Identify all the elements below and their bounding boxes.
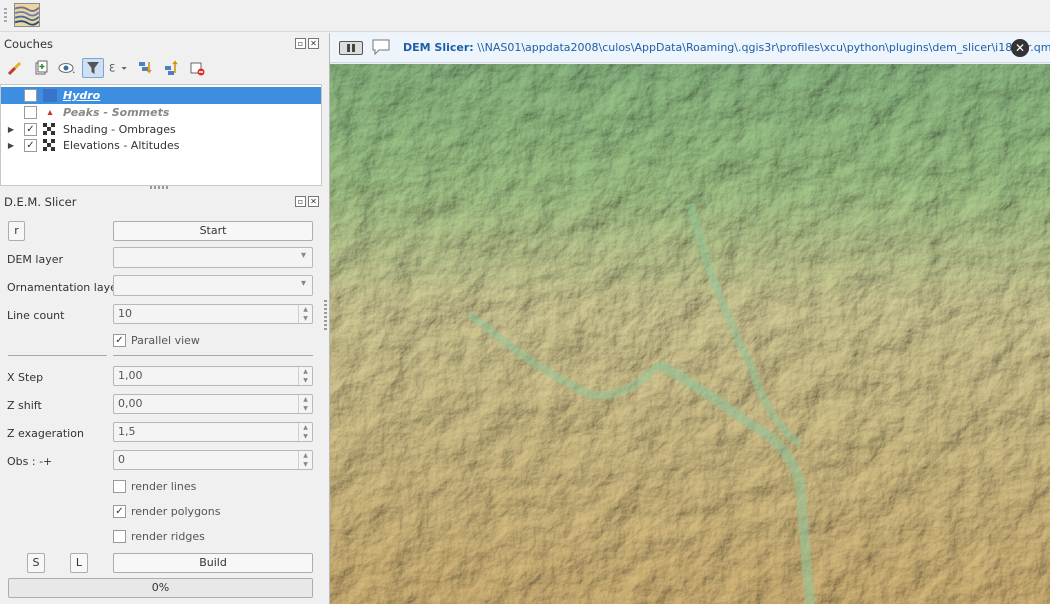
layer-name: Elevations - Altitudes bbox=[63, 139, 180, 152]
reset-button[interactable]: r bbox=[8, 221, 25, 241]
z-shift-label: Z shift bbox=[7, 399, 42, 412]
dem-slicer-panel: D.E.M. Slicer ▫ ✕ r Start DEM layer Orna… bbox=[0, 192, 327, 604]
map-area: DEM Slicer: \\NAS01\appdata2008\culos\Ap… bbox=[329, 33, 1050, 604]
x-step-label: X Step bbox=[7, 371, 44, 384]
dem-layer-label: DEM layer bbox=[7, 253, 64, 266]
add-group-icon[interactable] bbox=[30, 58, 52, 78]
spin-arrows[interactable]: ▲ ▼ bbox=[298, 395, 312, 413]
load-l-button[interactable]: L bbox=[70, 553, 88, 573]
map-canvas[interactable] bbox=[330, 64, 1050, 604]
parallel-view-checkbox[interactable]: ✓ Parallel view bbox=[113, 334, 200, 347]
close-message-icon[interactable]: ✕ bbox=[1011, 39, 1029, 57]
layer-name: Shading - Ombrages bbox=[63, 123, 176, 136]
layers-panel-buttons: ▫ ✕ bbox=[295, 38, 319, 49]
dem-panel-title: D.E.M. Slicer bbox=[4, 195, 77, 209]
checkbox-box[interactable]: ✓ bbox=[113, 505, 126, 518]
layer-checkbox[interactable]: ✓ bbox=[24, 123, 37, 136]
message-path: \\NAS01\appdata2008\culos\AppData\Roamin… bbox=[477, 41, 1050, 54]
z-exaggeration-spinbox[interactable]: 1,5 ▲ ▼ bbox=[113, 422, 313, 442]
layer-checkbox[interactable]: ✓ bbox=[24, 139, 37, 152]
z-shift-value: 0,00 bbox=[118, 397, 143, 410]
line-count-spinbox[interactable]: 10 ▲ ▼ bbox=[113, 304, 313, 324]
layer-checkbox[interactable] bbox=[24, 106, 37, 119]
line-count-label: Line count bbox=[7, 309, 65, 322]
filter-expression-icon[interactable]: ℇ bbox=[108, 58, 130, 78]
progress-bar: 0% bbox=[8, 578, 313, 598]
z-exaggeration-value: 1,5 bbox=[118, 425, 136, 438]
collapse-all-icon[interactable] bbox=[160, 58, 182, 78]
separator bbox=[8, 355, 107, 356]
x-step-spinbox[interactable]: 1,00 ▲ ▼ bbox=[113, 366, 313, 386]
checkbox-box[interactable] bbox=[113, 480, 126, 493]
start-button[interactable]: Start bbox=[113, 221, 313, 241]
z-shift-spinbox[interactable]: 0,00 ▲ ▼ bbox=[113, 394, 313, 414]
close-icon[interactable]: ✕ bbox=[308, 196, 319, 207]
filter-icon[interactable] bbox=[82, 58, 104, 78]
dem-panel-buttons: ▫ ✕ bbox=[295, 196, 319, 207]
build-button[interactable]: Build bbox=[113, 553, 313, 573]
layer-row-peaks[interactable]: Peaks - Sommets bbox=[1, 104, 321, 121]
layer-row-elevations[interactable]: ▶ ✓ Elevations - Altitudes bbox=[1, 137, 321, 154]
obs-value: 0 bbox=[118, 453, 125, 466]
dem-slicer-plugin-icon[interactable] bbox=[14, 3, 40, 27]
separator bbox=[113, 355, 313, 356]
point-layer-icon bbox=[47, 110, 53, 115]
close-icon[interactable]: ✕ bbox=[308, 38, 319, 49]
obs-label: Obs : -+ bbox=[7, 455, 53, 468]
dock-splitter[interactable] bbox=[324, 300, 327, 330]
parallel-view-label: Parallel view bbox=[131, 334, 200, 347]
render-ridges-label: render ridges bbox=[131, 530, 205, 543]
message-text: DEM Slicer: \\NAS01\appdata2008\culos\Ap… bbox=[403, 41, 1050, 54]
ornamentation-layer-label: Ornamentation layer bbox=[7, 281, 122, 294]
toggle-panel-icon[interactable] bbox=[339, 41, 363, 55]
checkbox-box[interactable] bbox=[113, 530, 126, 543]
panel-splitter[interactable] bbox=[150, 186, 170, 189]
spin-arrows[interactable]: ▲ ▼ bbox=[298, 305, 312, 323]
style-brush-icon[interactable] bbox=[4, 58, 26, 78]
layer-name: Hydro bbox=[63, 89, 101, 102]
render-lines-label: render lines bbox=[131, 480, 197, 493]
message-title: DEM Slicer: bbox=[403, 41, 474, 54]
spin-arrows[interactable]: ▲ ▼ bbox=[298, 451, 312, 469]
message-bar: DEM Slicer: \\NAS01\appdata2008\culos\Ap… bbox=[330, 33, 1050, 63]
line-layer-icon bbox=[43, 89, 57, 102]
layer-row-hydro[interactable]: Hydro bbox=[1, 87, 321, 104]
layer-checkbox[interactable] bbox=[24, 89, 37, 102]
render-polygons-checkbox[interactable]: ✓ render polygons bbox=[113, 505, 220, 518]
dem-layer-combo[interactable] bbox=[113, 247, 313, 268]
save-s-button[interactable]: S bbox=[27, 553, 45, 573]
expand-arrow-icon[interactable]: ▶ bbox=[6, 141, 16, 150]
line-count-value: 10 bbox=[118, 307, 132, 320]
ornamentation-layer-combo[interactable] bbox=[113, 275, 313, 296]
top-toolbar bbox=[0, 0, 1050, 32]
layers-panel-title: Couches bbox=[4, 37, 54, 51]
speech-bubble-icon bbox=[372, 39, 390, 55]
raster-layer-icon bbox=[43, 123, 57, 136]
float-icon[interactable]: ▫ bbox=[295, 196, 306, 207]
visibility-eye-icon[interactable] bbox=[56, 58, 78, 78]
float-icon[interactable]: ▫ bbox=[295, 38, 306, 49]
toolbar-grip[interactable] bbox=[4, 8, 7, 24]
layers-toolbar: ℇ bbox=[4, 57, 208, 79]
obs-spinbox[interactable]: 0 ▲ ▼ bbox=[113, 450, 313, 470]
z-exaggeration-label: Z exageration bbox=[7, 427, 84, 440]
spin-arrows[interactable]: ▲ ▼ bbox=[298, 367, 312, 385]
layer-tree: Hydro Peaks - Sommets ▶ ✓ Shading - Ombr… bbox=[0, 84, 322, 186]
expand-arrow-icon[interactable]: ▶ bbox=[6, 125, 16, 134]
render-polygons-label: render polygons bbox=[131, 505, 221, 518]
remove-layer-icon[interactable] bbox=[186, 58, 208, 78]
svg-text:ℇ: ℇ bbox=[109, 63, 115, 74]
spin-arrows[interactable]: ▲ ▼ bbox=[298, 423, 312, 441]
render-lines-checkbox[interactable]: render lines bbox=[113, 480, 196, 493]
layer-name: Peaks - Sommets bbox=[63, 106, 170, 119]
layers-panel: Couches ▫ ✕ ℇ Hydro Peaks - Sommets ▶ ✓ … bbox=[0, 33, 327, 190]
checkbox-box[interactable]: ✓ bbox=[113, 334, 126, 347]
expand-all-icon[interactable] bbox=[134, 58, 156, 78]
raster-layer-icon bbox=[43, 139, 57, 152]
layer-row-shading[interactable]: ▶ ✓ Shading - Ombrages bbox=[1, 121, 321, 138]
x-step-value: 1,00 bbox=[118, 369, 143, 382]
render-ridges-checkbox[interactable]: render ridges bbox=[113, 530, 205, 543]
